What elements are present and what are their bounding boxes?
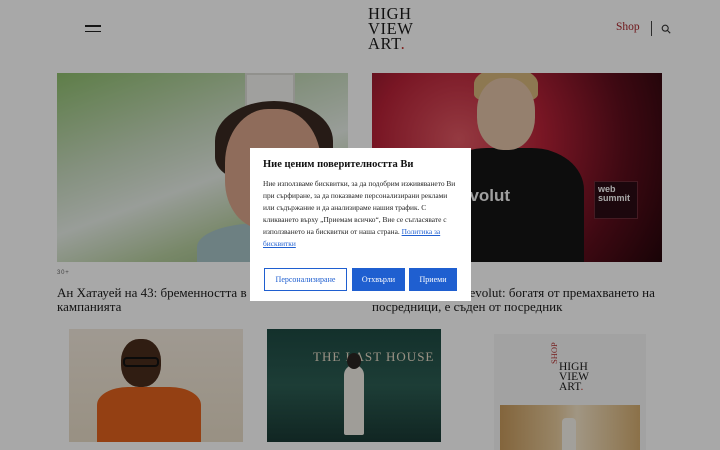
cookie-dialog-text: Ние използваме бисквитки, за да подобрим… xyxy=(263,178,458,250)
accept-button[interactable]: Приеми xyxy=(409,268,457,291)
reject-button[interactable]: Отхвърли xyxy=(352,268,405,291)
cookie-dialog-title: Ние ценим поверителността Ви xyxy=(263,159,414,170)
customize-button[interactable]: Персонализиране xyxy=(264,268,347,291)
cookie-button-row: Персонализиране Отхвърли Приеми xyxy=(264,268,458,291)
cookie-consent-dialog: Ние ценим поверителността Ви Ние използв… xyxy=(250,148,471,301)
